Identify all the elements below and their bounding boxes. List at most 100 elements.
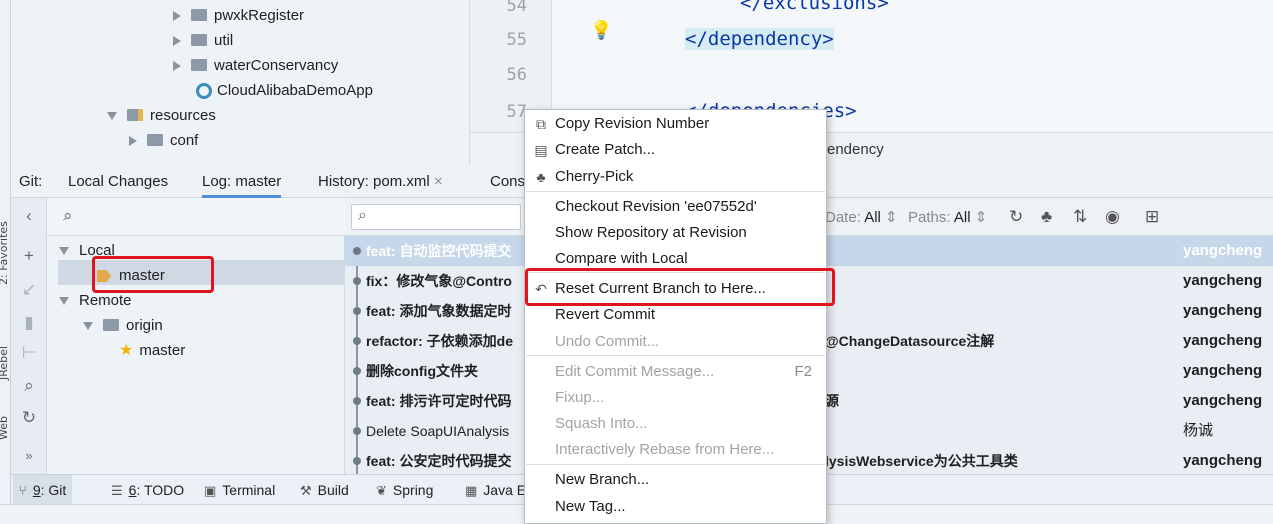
search-icon[interactable]: ⌕ xyxy=(19,376,39,396)
folder-icon xyxy=(147,134,163,147)
tree-item-waterconservancy[interactable]: waterConservancy xyxy=(173,53,338,78)
expand-arrow-icon[interactable] xyxy=(173,36,181,47)
delete-icon[interactable]: ▮ xyxy=(19,313,39,333)
tree-item-cloudalibabademoapp[interactable]: CloudAlibabaDemoApp xyxy=(196,78,373,103)
expand-icon[interactable]: ⊞ xyxy=(1145,207,1159,227)
collapse-arrow-icon[interactable] xyxy=(107,112,117,121)
add-icon[interactable]: + xyxy=(19,246,39,266)
menu-item-label: New Tag... xyxy=(555,498,626,515)
commit-author: yangcheng xyxy=(1183,302,1263,319)
tree-item-label: pwxkRegister xyxy=(214,7,305,24)
breadcrumb[interactable]: endency xyxy=(827,141,884,158)
expand-arrow-icon[interactable] xyxy=(173,61,181,72)
tree-item-label: util xyxy=(214,32,234,49)
commit-message: feat: 自动监控代码提交 xyxy=(366,243,512,259)
commit-message: feat: 公安定时代码提交 xyxy=(366,453,512,469)
merge-icon[interactable]: ⊢ xyxy=(19,343,39,363)
tool-tab-terminal[interactable]: ▣ Terminal xyxy=(198,475,281,505)
more-icon[interactable]: » xyxy=(19,448,39,463)
eye-icon[interactable]: ◉ xyxy=(1105,207,1120,227)
line-number: 54 xyxy=(506,0,527,16)
branch-group-remote[interactable]: Remote xyxy=(59,288,132,313)
tab-label: : TODO xyxy=(136,482,185,498)
code-line-current: </dependency> xyxy=(685,28,834,50)
star-icon: ★ xyxy=(119,342,134,359)
remote-origin[interactable]: origin xyxy=(83,313,163,338)
sort-icon[interactable]: ⇅ xyxy=(1073,207,1087,227)
menu-separator xyxy=(526,191,825,192)
commit-message: Delete SoapUIAnalysis xyxy=(366,423,510,439)
refresh-icon[interactable]: ↻ xyxy=(19,408,39,428)
date-filter[interactable]: Date: All ⇕ xyxy=(825,208,898,226)
java-icon: ▦ xyxy=(465,483,478,498)
tree-item-label: resources xyxy=(150,107,216,124)
tab-key: 9 xyxy=(32,482,41,498)
web-tab[interactable]: Web xyxy=(0,416,10,440)
menu-item-cherry-pick[interactable]: ♣ Cherry-Pick xyxy=(525,164,826,190)
tab-console[interactable]: Cons xyxy=(490,173,525,190)
menu-item-new-tag[interactable]: New Tag... xyxy=(525,494,826,520)
menu-item-squash-into[interactable]: Squash Into... xyxy=(525,411,826,437)
menu-item-show-repository-at-revision[interactable]: Show Repository at Revision xyxy=(525,220,826,246)
menu-item-checkout-revision-ee07552d[interactable]: Checkout Revision 'ee07552d' xyxy=(525,194,826,220)
commit-node-icon xyxy=(353,337,361,345)
refresh-icon[interactable]: ↻ xyxy=(1009,207,1023,227)
menu-item-edit-commit-message[interactable]: Edit Commit Message... F2 xyxy=(525,359,826,385)
commit-message-tail: lysisWebservice为公共工具类 xyxy=(825,453,1018,469)
close-icon[interactable]: × xyxy=(434,173,443,190)
menu-item-label: Cherry-Pick xyxy=(555,168,634,185)
tool-tab-build[interactable]: ⚒ Build xyxy=(294,475,355,505)
terminal-icon: ▣ xyxy=(204,483,217,498)
paths-filter[interactable]: Paths: All ⇕ xyxy=(908,208,987,226)
commit-author: yangcheng xyxy=(1183,392,1263,409)
commit-message-tail: 源 xyxy=(825,393,839,409)
collapse-arrow-icon[interactable] xyxy=(59,297,69,306)
menu-item-new-branch[interactable]: New Branch... xyxy=(525,467,826,493)
menu-item-label: Show Repository at Revision xyxy=(555,224,747,241)
tree-item-pwxkregister[interactable]: pwxkRegister xyxy=(173,3,304,28)
tab-label: Build xyxy=(317,482,349,498)
menu-shortcut: F2 xyxy=(794,363,812,380)
tree-item-resources[interactable]: resources xyxy=(107,103,216,128)
tree-item-util[interactable]: util xyxy=(173,28,233,53)
tool-tab-todo[interactable]: ☰ 6: TODO xyxy=(105,475,190,505)
menu-item-undo-commit[interactable]: Undo Commit... xyxy=(525,329,826,355)
tab-history-pom[interactable]: History: pom.xml × xyxy=(318,173,443,190)
menu-item-interactively-rebase-from-here[interactable]: Interactively Rebase from Here... xyxy=(525,437,826,463)
branch-search-input[interactable]: ⌕ xyxy=(47,198,345,236)
commit-author: 杨诚 xyxy=(1183,422,1214,439)
filter-label: Paths: xyxy=(908,209,951,226)
favorites-tab[interactable]: 2: Favorites xyxy=(0,221,10,285)
folder-icon xyxy=(103,319,119,332)
collapse-arrow-icon[interactable] xyxy=(83,322,93,331)
jrebel-tab[interactable]: JRebel xyxy=(0,346,10,380)
expand-arrow-icon[interactable] xyxy=(173,11,181,22)
commit-author: yangcheng xyxy=(1183,452,1263,469)
collapse-arrow-icon[interactable] xyxy=(59,247,69,256)
commit-message: 删除config文件夹 xyxy=(366,363,478,379)
tree-item-label: CloudAlibabaDemoApp xyxy=(217,82,373,99)
tab-local-changes[interactable]: Local Changes xyxy=(68,173,168,190)
checkout-icon[interactable]: ↙ xyxy=(19,280,39,300)
commit-node-icon xyxy=(353,457,361,465)
log-search-input[interactable]: ⌕ xyxy=(351,204,521,230)
tab-label: : Git xyxy=(40,482,67,498)
expand-arrow-icon[interactable] xyxy=(129,136,137,147)
cherry-pick-icon[interactable]: ♣ xyxy=(1041,207,1052,227)
tab-log-master[interactable]: Log: master xyxy=(202,173,282,198)
back-icon[interactable]: ‹ xyxy=(19,206,39,226)
lightbulb-icon[interactable]: 💡 xyxy=(590,20,612,41)
menu-item-copy-revision-number[interactable]: ⧉ Copy Revision Number xyxy=(525,111,826,137)
filter-value: All xyxy=(953,209,971,226)
branch-origin-master[interactable]: ★ master xyxy=(119,338,185,363)
tool-tab-git[interactable]: ⑂ 9: Git xyxy=(13,475,73,505)
menu-item-label: Edit Commit Message... xyxy=(555,363,715,380)
commit-message: refactor: 子依赖添加de xyxy=(366,333,514,349)
tab-label: Spring xyxy=(392,482,434,498)
tool-tab-spring[interactable]: ❦ Spring xyxy=(370,475,439,505)
menu-item-create-patch[interactable]: ▤ Create Patch... xyxy=(525,137,826,163)
menu-item-fixup[interactable]: Fixup... xyxy=(525,385,826,411)
line-number: 57 xyxy=(506,102,527,122)
tree-item-conf[interactable]: conf xyxy=(129,128,198,153)
line-number: 56 xyxy=(506,65,527,85)
